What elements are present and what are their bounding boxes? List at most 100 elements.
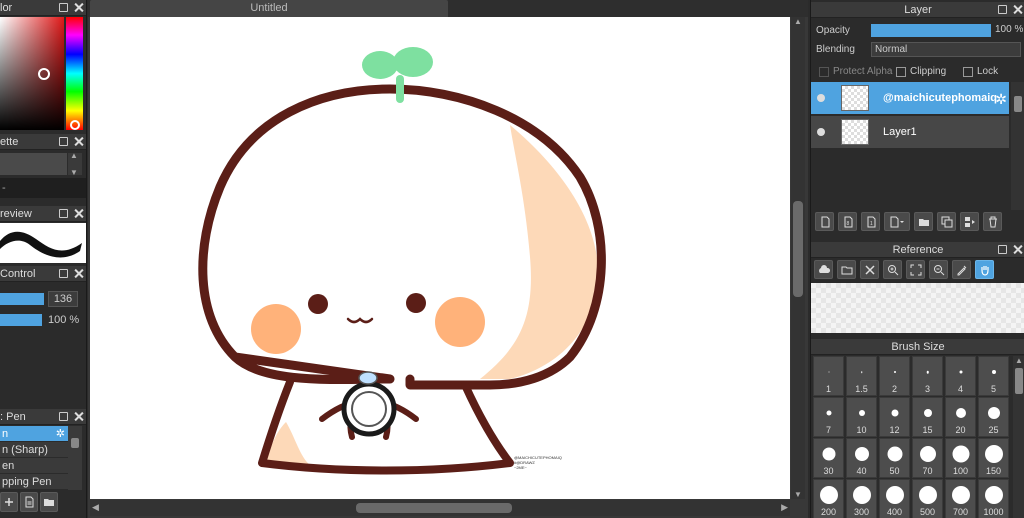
brush-size-option[interactable]: 7	[813, 397, 844, 437]
lock-checkbox[interactable]	[963, 67, 973, 77]
protect-alpha-checkbox[interactable]	[819, 67, 829, 77]
brush-size-option[interactable]: 1	[813, 356, 844, 396]
brush-size-option[interactable]: 1.5	[846, 356, 877, 396]
hue-slider[interactable]	[66, 17, 83, 130]
add-layer-menu-button[interactable]	[884, 212, 910, 231]
brush-size-value[interactable]: 136	[48, 291, 78, 307]
hue-slider-handle[interactable]	[70, 120, 80, 130]
merge-layer-button[interactable]	[960, 212, 979, 231]
scroll-right-arrow-icon[interactable]: ▶	[781, 502, 788, 513]
close-icon[interactable]	[74, 269, 83, 278]
brush-size-scrollbar[interactable]: ▲	[1013, 356, 1024, 518]
reference-open-button[interactable]	[837, 260, 856, 279]
popout-icon[interactable]	[59, 137, 68, 146]
popout-icon[interactable]	[59, 3, 68, 12]
brush-size-option[interactable]: 4	[945, 356, 976, 396]
duplicate-layer-button[interactable]	[937, 212, 956, 231]
palette-scrollbar[interactable]	[68, 151, 82, 177]
brush-size-option[interactable]: 25	[978, 397, 1009, 437]
eye-icon[interactable]	[817, 94, 825, 102]
zoom-out-button[interactable]	[929, 260, 948, 279]
brush-list-item[interactable]: n (Sharp)	[0, 442, 68, 458]
brush-document-button[interactable]	[20, 492, 38, 512]
popout-icon[interactable]	[998, 245, 1007, 254]
color-saturation-value-picker[interactable]	[0, 17, 64, 130]
brush-size-option[interactable]: 300	[846, 479, 877, 518]
canvas-vertical-scrollbar[interactable]: ▲ ▼	[791, 17, 805, 499]
brush-size-option[interactable]: 5	[978, 356, 1009, 396]
brush-size-option[interactable]: 15	[912, 397, 943, 437]
layer-list-scrollbar[interactable]	[1011, 82, 1024, 210]
reference-upload-button[interactable]	[814, 260, 833, 279]
scroll-thumb[interactable]	[71, 438, 79, 448]
brush-size-option[interactable]: 30	[813, 438, 844, 478]
scroll-thumb[interactable]	[793, 201, 803, 297]
brush-list-scrollbar[interactable]	[68, 426, 82, 490]
close-icon[interactable]	[74, 3, 83, 12]
brush-size-option[interactable]: 400	[879, 479, 910, 518]
close-icon[interactable]	[74, 137, 83, 146]
popout-icon[interactable]	[59, 209, 68, 218]
scroll-up-arrow-icon[interactable]: ▲	[794, 17, 802, 26]
reference-close-button[interactable]	[860, 260, 879, 279]
close-icon[interactable]	[1013, 245, 1022, 254]
brush-opacity-slider[interactable]	[0, 314, 42, 326]
new-layer-1bit-button[interactable]: 1	[861, 212, 880, 231]
brush-size-option[interactable]: 10	[846, 397, 877, 437]
brush-list-item[interactable]: en	[0, 458, 68, 474]
brush-size-option[interactable]: 2	[879, 356, 910, 396]
brush-size-option[interactable]: 70	[912, 438, 943, 478]
close-icon[interactable]	[1013, 5, 1022, 14]
brush-size-option[interactable]: 40	[846, 438, 877, 478]
brush-size-option[interactable]: 1000	[978, 479, 1009, 518]
color-picker-cursor[interactable]	[38, 68, 50, 80]
scroll-thumb[interactable]	[1015, 368, 1023, 394]
clipping-checkbox[interactable]	[896, 67, 906, 77]
brush-size-option[interactable]: 100	[945, 438, 976, 478]
canvas-horizontal-scrollbar[interactable]: ◀ ▶	[90, 500, 790, 516]
brush-folder-button[interactable]	[40, 492, 58, 512]
brush-list-item[interactable]: n ✲	[0, 426, 68, 442]
popout-icon[interactable]	[998, 5, 1007, 14]
layer-row[interactable]: Layer1	[811, 116, 1009, 149]
add-brush-button[interactable]	[0, 492, 18, 512]
brush-size-option[interactable]: 200	[813, 479, 844, 518]
delete-layer-button[interactable]	[983, 212, 1002, 231]
layer-opacity-slider[interactable]	[871, 24, 991, 37]
popout-icon[interactable]	[59, 269, 68, 278]
brush-size-option[interactable]: 50	[879, 438, 910, 478]
document-tab[interactable]: Untitled	[90, 0, 448, 17]
gear-icon[interactable]: ✲	[995, 91, 1007, 108]
hand-tool-button[interactable]	[975, 260, 994, 279]
new-folder-button[interactable]	[914, 212, 933, 231]
palette-row[interactable]: -	[0, 178, 86, 198]
scroll-left-arrow-icon[interactable]: ◀	[92, 502, 99, 513]
new-layer-button[interactable]	[815, 212, 834, 231]
close-icon[interactable]	[74, 412, 83, 421]
scroll-thumb[interactable]	[356, 503, 512, 513]
scroll-thumb[interactable]	[1014, 96, 1022, 112]
blending-mode-select[interactable]: Normal	[871, 42, 1021, 57]
zoom-in-button[interactable]	[883, 260, 902, 279]
scroll-down-arrow-icon[interactable]: ▼	[794, 490, 802, 499]
palette-swatch-row[interactable]	[0, 153, 67, 175]
close-icon[interactable]	[74, 209, 83, 218]
scroll-up-arrow-icon[interactable]: ▲	[1015, 356, 1023, 365]
brush-list-item[interactable]: pping Pen	[0, 474, 68, 490]
drawing-canvas[interactable]: @MAICHICUTEPHOMAIQ #@DRAWZ ~2ME~	[90, 17, 790, 499]
brush-size-option[interactable]: 500	[912, 479, 943, 518]
brush-size-option[interactable]: 3	[912, 356, 943, 396]
reference-view[interactable]	[811, 283, 1024, 333]
popout-icon[interactable]	[59, 412, 68, 421]
fit-view-button[interactable]	[906, 260, 925, 279]
gear-icon[interactable]: ✲	[56, 426, 65, 442]
layer-row[interactable]: @maichicutephomaiq ✲	[811, 82, 1009, 115]
brush-size-option[interactable]: 700	[945, 479, 976, 518]
eyedropper-button[interactable]	[952, 260, 971, 279]
brush-size-option[interactable]: 12	[879, 397, 910, 437]
brush-size-option[interactable]: 150	[978, 438, 1009, 478]
eye-icon[interactable]	[817, 128, 825, 136]
brush-size-slider[interactable]	[0, 293, 44, 305]
new-layer-8bit-button[interactable]: 8	[838, 212, 857, 231]
brush-size-option[interactable]: 20	[945, 397, 976, 437]
